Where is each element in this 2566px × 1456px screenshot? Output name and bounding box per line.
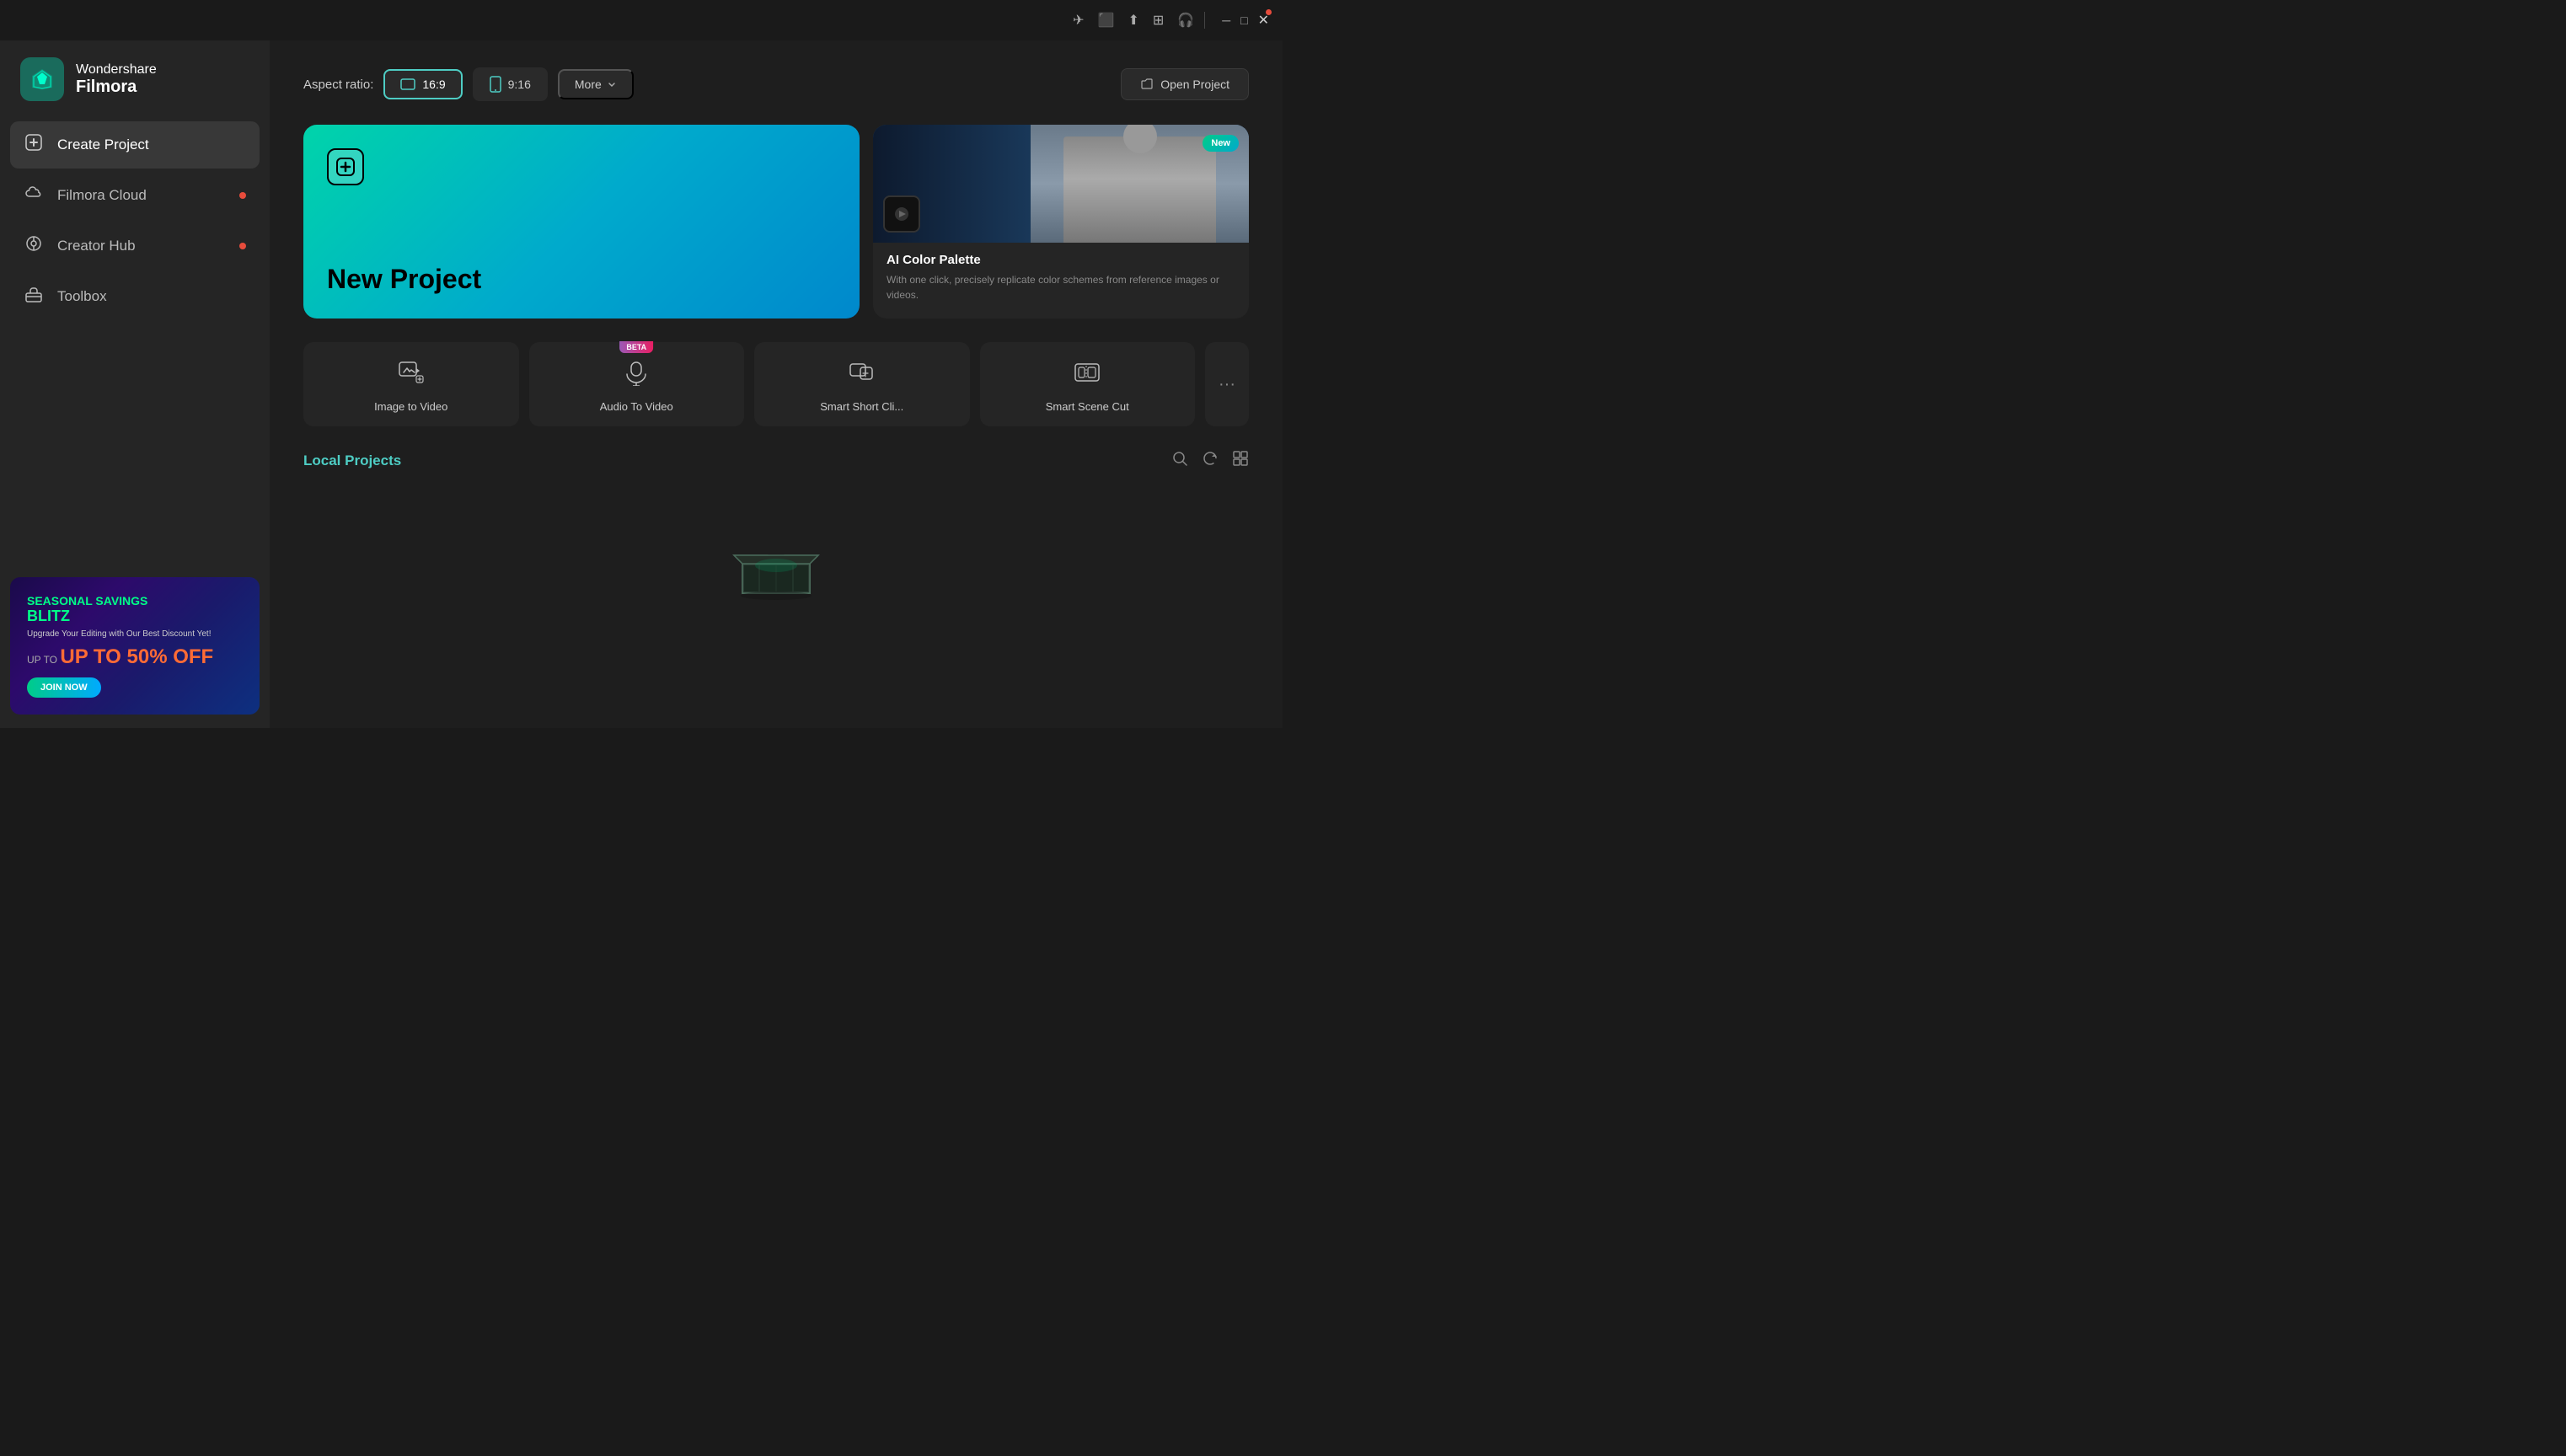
toolbox-icon xyxy=(24,285,44,308)
smart-short-clip-button[interactable]: Smart Short Cli... xyxy=(754,342,970,426)
smart-scene-cut-icon xyxy=(1074,359,1101,392)
beta-badge: BETA xyxy=(619,341,653,353)
audio-to-video-button[interactable]: BETA Audio To Video xyxy=(529,342,745,426)
sidebar-banner[interactable]: SEASONAL SAVINGS BLITZ Upgrade Your Edit… xyxy=(10,577,260,715)
product-name: Filmora xyxy=(76,78,157,97)
more-button[interactable]: ··· xyxy=(1205,342,1249,426)
feature-card-body: AI Color Palette With one click, precise… xyxy=(873,243,1249,313)
smart-scene-cut-button[interactable]: Smart Scene Cut xyxy=(980,342,1196,426)
new-project-card-icon xyxy=(327,148,364,185)
action-buttons-row: Image to Video BETA Audio To Video xyxy=(303,342,1249,426)
aspect-more-button[interactable]: More xyxy=(558,69,634,99)
image-to-video-icon xyxy=(398,359,425,392)
feature-pagination-dots xyxy=(873,313,1249,318)
clipboard-icon[interactable]: ⬛ xyxy=(1098,12,1115,29)
empty-state xyxy=(303,488,1249,619)
aspect-9-16-label: 9:16 xyxy=(508,78,531,91)
logo-text: Wondershare Filmora xyxy=(76,62,157,97)
upload-icon[interactable]: ⬆ xyxy=(1128,12,1138,29)
window-controls: ─ □ ✕ xyxy=(1222,12,1269,29)
creator-hub-icon xyxy=(24,234,44,258)
smart-short-clip-icon xyxy=(849,359,876,392)
brand-name: Wondershare xyxy=(76,62,157,78)
close-dot xyxy=(1266,9,1272,15)
logo-area: Wondershare Filmora xyxy=(0,40,270,121)
sidebar-label-create-project: Create Project xyxy=(57,136,149,153)
aspect-ratio-row: Aspect ratio: 16:9 9:16 More Open Pr xyxy=(303,67,1249,101)
cards-row: New Project xyxy=(303,125,1249,318)
image-to-video-label: Image to Video xyxy=(317,400,506,413)
smart-scene-cut-label: Smart Scene Cut xyxy=(994,400,1182,413)
banner-title-line1: SEASONAL SAVINGS xyxy=(27,594,243,608)
sidebar-item-creator-hub[interactable]: Creator Hub xyxy=(10,222,260,270)
sidebar-label-creator-hub: Creator Hub xyxy=(57,238,136,254)
titlebar-divider xyxy=(1204,12,1205,29)
sidebar: Wondershare Filmora Create Project F xyxy=(0,0,270,728)
grid-icon[interactable]: ⊞ xyxy=(1153,12,1164,29)
aspect-more-label: More xyxy=(575,78,602,91)
minimize-button[interactable]: ─ xyxy=(1222,13,1230,27)
banner-title-line2: BLITZ xyxy=(27,608,243,626)
grid-view-icon[interactable] xyxy=(1232,450,1249,471)
banner-subtitle: Upgrade Your Editing with Our Best Disco… xyxy=(27,629,243,639)
local-projects-title: Local Projects xyxy=(303,452,401,469)
smart-short-clip-label: Smart Short Cli... xyxy=(768,400,956,413)
open-project-button[interactable]: Open Project xyxy=(1121,68,1249,100)
banner-discount: UP TO UP TO 50% OFF xyxy=(27,645,243,669)
search-icon[interactable] xyxy=(1171,450,1188,471)
feature-card-title: AI Color Palette xyxy=(887,253,1235,267)
banner-cta-button[interactable]: JOIN NOW xyxy=(27,677,101,698)
local-projects-header: Local Projects xyxy=(303,450,1249,471)
sidebar-item-filmora-cloud[interactable]: Filmora Cloud xyxy=(10,172,260,219)
app-logo xyxy=(20,57,64,101)
audio-to-video-icon xyxy=(623,359,650,392)
create-project-icon xyxy=(24,133,44,157)
feature-card-description: With one click, precisely replicate colo… xyxy=(887,272,1235,302)
aspect-16-9-button[interactable]: 16:9 xyxy=(383,69,462,99)
cloud-icon xyxy=(24,184,44,207)
new-project-label: New Project xyxy=(327,264,836,295)
aspect-9-16-button[interactable]: 9:16 xyxy=(473,67,548,101)
filmora-cloud-notification xyxy=(239,192,246,199)
feature-thumbnail xyxy=(883,195,920,233)
aspect-ratio-label: Aspect ratio: xyxy=(303,78,373,92)
aspect-16-9-label: 16:9 xyxy=(422,78,445,91)
sidebar-item-create-project[interactable]: Create Project xyxy=(10,121,260,169)
more-label: ··· xyxy=(1219,375,1235,394)
sidebar-item-toolbox[interactable]: Toolbox xyxy=(10,273,260,320)
local-projects-tools xyxy=(1171,450,1249,471)
open-project-label: Open Project xyxy=(1160,78,1229,91)
headset-icon[interactable]: 🎧 xyxy=(1177,12,1194,29)
new-project-card[interactable]: New Project xyxy=(303,125,860,318)
new-badge: New xyxy=(1203,135,1239,152)
titlebar: ✈ ⬛ ⬆ ⊞ 🎧 ─ □ ✕ xyxy=(0,0,1283,40)
close-button[interactable]: ✕ xyxy=(1258,12,1269,29)
feature-card[interactable]: New AI Color Palette With one click, pre… xyxy=(873,125,1249,318)
titlebar-tools: ✈ ⬛ ⬆ ⊞ 🎧 xyxy=(1073,12,1194,29)
main-content: Aspect ratio: 16:9 9:16 More Open Pr xyxy=(270,40,1283,728)
empty-box-icon xyxy=(726,522,827,606)
image-to-video-button[interactable]: Image to Video xyxy=(303,342,519,426)
sidebar-label-filmora-cloud: Filmora Cloud xyxy=(57,187,147,204)
send-icon[interactable]: ✈ xyxy=(1073,12,1084,29)
feature-card-image: New xyxy=(873,125,1249,243)
nav-menu: Create Project Filmora Cloud C xyxy=(0,121,270,320)
creator-hub-notification xyxy=(239,243,246,249)
refresh-icon[interactable] xyxy=(1202,450,1219,471)
maximize-button[interactable]: □ xyxy=(1240,13,1247,27)
sidebar-label-toolbox: Toolbox xyxy=(57,288,107,305)
audio-to-video-label: Audio To Video xyxy=(543,400,731,413)
